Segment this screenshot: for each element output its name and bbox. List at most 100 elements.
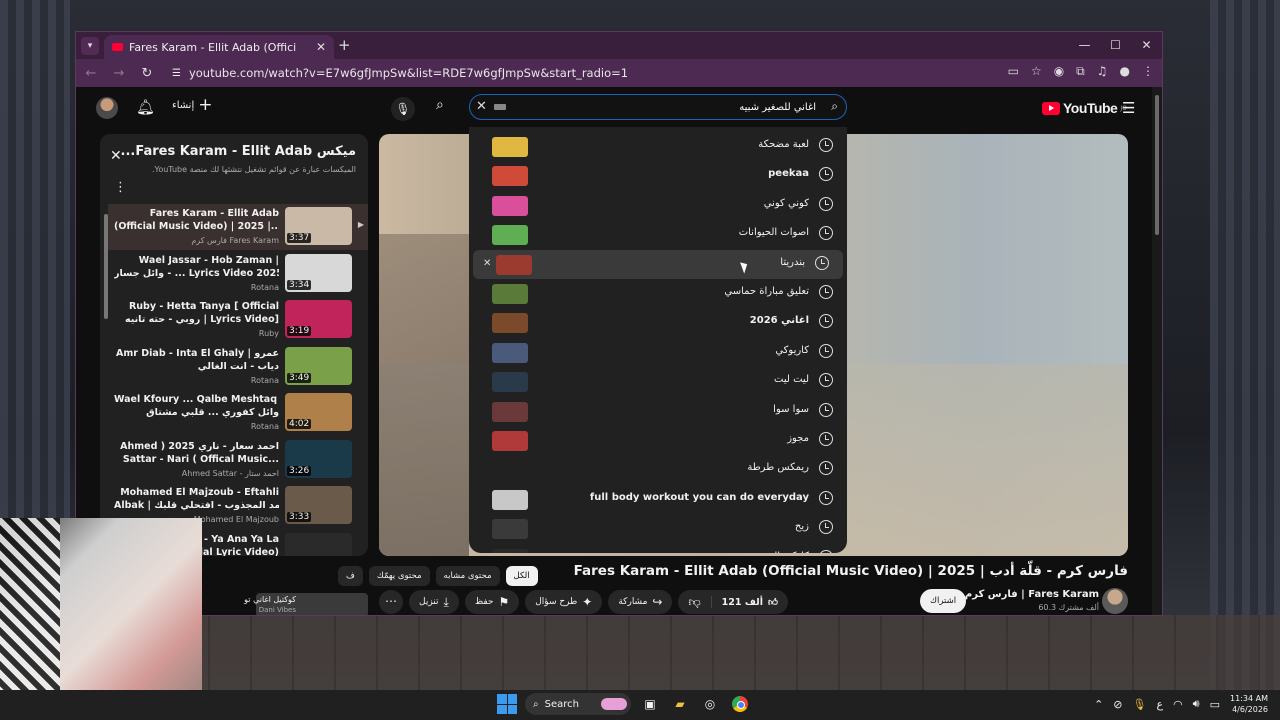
playlist-item[interactable]: ▶ 3:37 Fares Karam - Ellit Adab (Official M… bbox=[108, 204, 368, 250]
save-label: حفظ bbox=[474, 597, 494, 607]
forward-button[interactable]: → bbox=[112, 66, 126, 81]
tray-overflow-icon[interactable]: ⌃ bbox=[1094, 698, 1103, 711]
create-label: إنشاء bbox=[172, 99, 195, 111]
more-actions-icon[interactable]: ⋯ bbox=[379, 590, 403, 614]
site-info-icon[interactable]: ☰ bbox=[172, 68, 181, 79]
history-icon bbox=[819, 373, 833, 388]
playlist-thumbnail: 3:37 bbox=[285, 207, 352, 245]
voice-search-mic-icon[interactable]: 🎙︎ bbox=[391, 97, 415, 121]
video-title: فارس كرم - قلّة أدب | Fares Karam - Elli… bbox=[573, 563, 1128, 579]
youtube-logo[interactable]: YouTube JO bbox=[1042, 100, 1127, 116]
start-windows-icon[interactable] bbox=[497, 694, 517, 714]
wallpaper-pillar bbox=[1210, 0, 1280, 690]
suggestion-text: اصوات الحيوانات bbox=[738, 227, 809, 239]
cast-icon[interactable]: ▭ bbox=[1008, 64, 1019, 79]
suggestion-item[interactable]: ليت ليت bbox=[469, 367, 847, 396]
suggestion-item[interactable]: كاركي الس bbox=[469, 544, 847, 553]
extension-icon[interactable]: ◉ bbox=[1054, 64, 1064, 79]
wifi-icon[interactable]: ◠ bbox=[1173, 698, 1183, 711]
share-icon: ↪ bbox=[652, 595, 663, 609]
playlist-item[interactable]: 4:02 Wael Kfoury ... Qalbe Meshtaq | وائل … bbox=[108, 390, 368, 436]
ask-button[interactable]: طرح سؤال ✦ bbox=[525, 590, 603, 614]
create-button[interactable]: إنشاء + bbox=[172, 97, 212, 114]
ask-label: طرح سؤال bbox=[535, 597, 578, 607]
maximize-button[interactable]: ☐ bbox=[1100, 32, 1131, 59]
chip-all[interactable]: الكل bbox=[505, 566, 538, 586]
playlist-item-title: Mohamed El Majzoub - Eftahli bbox=[120, 487, 279, 498]
back-button[interactable]: ← bbox=[84, 66, 98, 81]
youtube-favicon-icon bbox=[112, 43, 123, 51]
download-button[interactable]: تنزيل ⤓ bbox=[409, 590, 459, 614]
suggestion-item[interactable]: مجوز bbox=[469, 426, 847, 455]
active-tab[interactable]: Fares Karam - Ellit Adab (Offici ✕ bbox=[104, 35, 334, 59]
suggestion-thumbnail bbox=[492, 166, 528, 187]
channel-avatar[interactable] bbox=[1102, 588, 1128, 614]
keyboard-icon[interactable] bbox=[494, 104, 506, 110]
notifications-bell-icon[interactable]: 🔔︎ bbox=[136, 98, 155, 116]
clock[interactable]: 11:34 AM 4/6/2026 bbox=[1230, 693, 1268, 715]
playlist-item[interactable]: 3:49 Amr Diab - Inta El Ghaly | عمرو دياب … bbox=[108, 344, 368, 390]
account-avatar[interactable] bbox=[96, 97, 118, 119]
playlist-item-channel: Rotana bbox=[250, 282, 279, 292]
new-tab-button[interactable]: + bbox=[338, 36, 351, 54]
taskbar-search[interactable]: ⌕ Search bbox=[525, 693, 631, 715]
suggestion-item[interactable]: full body workout you can do everyday bbox=[469, 485, 847, 514]
page-scrollbar[interactable] bbox=[1152, 87, 1162, 615]
suggestion-thumbnail bbox=[492, 431, 528, 451]
browser-menu-icon[interactable]: ⋮ bbox=[1142, 64, 1154, 79]
hamburger-menu-icon[interactable]: ☰ bbox=[1122, 99, 1135, 117]
clear-search-icon[interactable]: ✕ bbox=[476, 99, 487, 114]
search-input[interactable] bbox=[510, 98, 816, 116]
search-lens-icon[interactable]: ⌕ bbox=[831, 99, 838, 114]
suggestion-item[interactable]: ✕ بندريتا bbox=[473, 249, 843, 279]
suggestion-item[interactable]: peekaa bbox=[469, 161, 847, 190]
file-explorer-icon[interactable]: ▰ bbox=[669, 693, 691, 715]
suggestion-item[interactable]: سوا سوا bbox=[469, 397, 847, 426]
profile-icon[interactable]: ● bbox=[1120, 64, 1130, 79]
chip-similar[interactable]: محتوى مشابه bbox=[435, 566, 500, 586]
media-icon[interactable]: ♫ bbox=[1097, 64, 1108, 79]
address-bar[interactable]: ☰ youtube.com/watch?v=E7w6gfJmpSw&list=R… bbox=[168, 62, 963, 84]
playlist-thumbnail: 3:33 bbox=[285, 486, 352, 524]
suggestion-item[interactable]: تعليق مباراة حماسي bbox=[469, 279, 847, 308]
save-button[interactable]: حفظ ⚑ bbox=[464, 590, 520, 614]
battery-icon[interactable]: ▭ bbox=[1210, 698, 1220, 711]
playlist-item[interactable]: 3:34 Wael Jassar - Hob Zaman | وائل جسار -… bbox=[108, 251, 368, 297]
mic-tray-icon[interactable]: 🎙︎ bbox=[1133, 698, 1147, 711]
reload-button[interactable]: ↻ bbox=[140, 66, 154, 81]
task-view-icon[interactable]: ▣ bbox=[639, 693, 661, 715]
close-window-button[interactable]: ✕ bbox=[1131, 32, 1162, 59]
suggestion-item[interactable]: اغاني 2026 bbox=[469, 308, 847, 337]
chip-more[interactable]: ف bbox=[338, 566, 363, 586]
puzzle-icon[interactable]: ⧉ bbox=[1076, 64, 1085, 79]
subscribe-button[interactable]: اشتراك bbox=[920, 589, 967, 613]
like-button[interactable]: 121 ألف 👍︎ bbox=[710, 596, 788, 608]
volume-icon[interactable]: 🔊︎ bbox=[1193, 697, 1200, 711]
chrome-icon[interactable] bbox=[732, 696, 748, 712]
suggestion-item[interactable]: زيح bbox=[469, 514, 847, 543]
language-indicator[interactable]: ع bbox=[1156, 698, 1163, 711]
suggestion-item[interactable]: اصوات الحيوانات bbox=[469, 220, 847, 249]
suggestion-item[interactable]: ريمكس طرطة bbox=[469, 455, 847, 484]
dislike-icon[interactable]: 👎︎ bbox=[678, 595, 710, 610]
remove-suggestion-icon[interactable]: ✕ bbox=[483, 258, 491, 269]
recommended-video-card[interactable]: كوكتيل اغاني تو Dani Vibes bbox=[244, 593, 368, 615]
bookmark-star-icon[interactable]: ☆ bbox=[1031, 64, 1042, 79]
tab-search-button[interactable]: ▾ bbox=[81, 37, 99, 55]
suggestion-item[interactable]: لعبة مضحكة bbox=[469, 132, 847, 161]
suggestion-thumbnail bbox=[492, 489, 528, 510]
recorder-icon[interactable]: ◎ bbox=[699, 693, 721, 715]
channel-name[interactable]: Fares Karam | فارس كرم bbox=[965, 589, 1099, 600]
playlist-more-icon[interactable]: ⋮ bbox=[114, 180, 127, 195]
share-button[interactable]: مشاركة ↪ bbox=[608, 590, 673, 614]
close-tab-icon[interactable]: ✕ bbox=[316, 40, 326, 54]
suggestion-item[interactable]: كاريوكي bbox=[469, 338, 847, 367]
playlist-item-title: Ruby - Hetta Tanya [ Official bbox=[128, 301, 279, 312]
minimize-button[interactable]: — bbox=[1069, 32, 1100, 59]
suggestion-item[interactable]: كوني كوني bbox=[469, 191, 847, 220]
playlist-item[interactable]: 3:26 Ahmed ) 2025 احمد سعار - ناري Sattar … bbox=[108, 437, 368, 483]
network-off-icon[interactable]: ⊘ bbox=[1113, 698, 1122, 711]
playlist-item[interactable]: 3:19 Ruby - Hetta Tanya [ Official روبي - … bbox=[108, 297, 368, 343]
search-icon[interactable]: ⌕ bbox=[436, 97, 444, 113]
chip-for-you[interactable]: محتوى يهمّك bbox=[368, 566, 430, 586]
